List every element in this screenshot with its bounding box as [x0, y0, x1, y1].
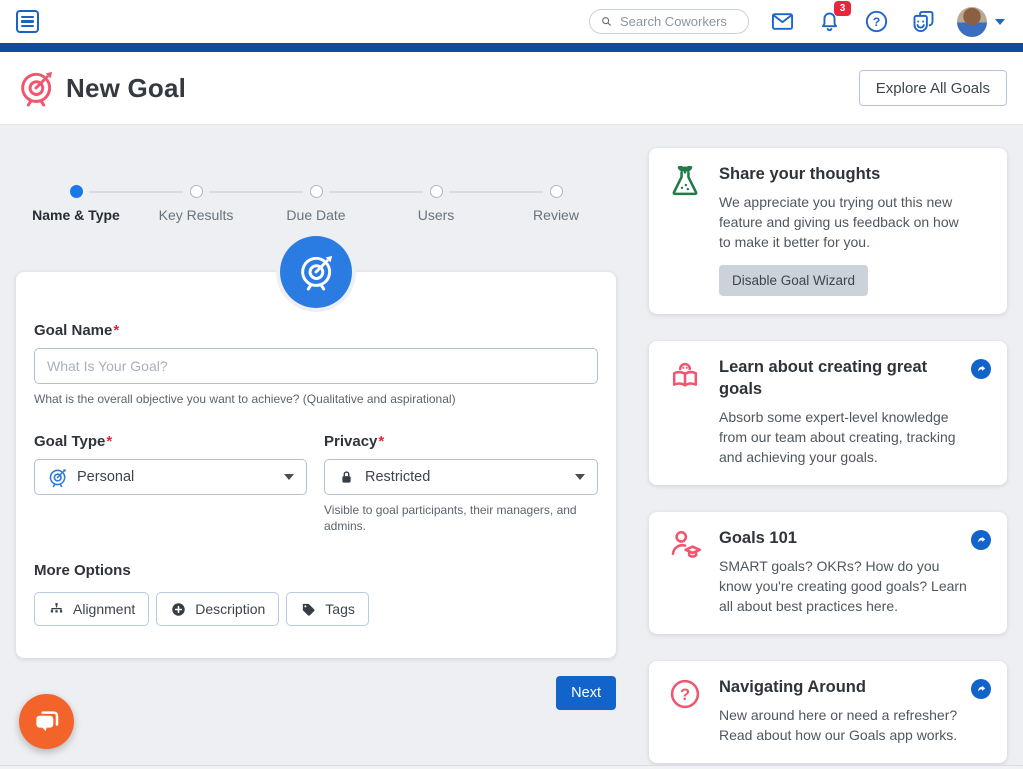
- share-thoughts-card: Share your thoughts We appreciate you tr…: [649, 148, 1007, 314]
- share-arrow-icon: [975, 363, 988, 376]
- card-title: Learn about creating great goals: [719, 356, 967, 400]
- tag-icon: [300, 601, 317, 618]
- page-title: New Goal: [66, 73, 186, 104]
- chevron-down-icon: [284, 474, 294, 480]
- tags-button[interactable]: Tags: [286, 592, 369, 626]
- search-input[interactable]: [620, 14, 738, 29]
- step-connector: [329, 191, 423, 193]
- step-connector: [209, 191, 303, 193]
- step-label-name-type: Name & Type: [6, 207, 146, 223]
- chat-launcher-button[interactable]: [19, 694, 74, 749]
- step-connector: [89, 191, 183, 193]
- card-title: Goals 101: [719, 527, 967, 549]
- goals-101-card: Goals 101 SMART goals? OKRs? How do you …: [649, 512, 1007, 634]
- step-label-users: Users: [366, 207, 506, 223]
- goal-target-icon: [16, 68, 56, 108]
- chevron-down-icon: [575, 474, 585, 480]
- open-link-button[interactable]: [971, 359, 991, 379]
- chat-bubbles-icon: [32, 707, 62, 737]
- explore-all-goals-button[interactable]: Explore All Goals: [859, 70, 1007, 106]
- learn-goals-card: Learn about creating great goals Absorb …: [649, 341, 1007, 485]
- avatar[interactable]: [957, 7, 987, 37]
- required-asterisk: *: [113, 322, 119, 339]
- goal-type-value: Personal: [77, 469, 134, 485]
- content-area: Name & Type Key Results Due Date Users R…: [0, 125, 1023, 769]
- flask-sprout-icon: [667, 163, 703, 199]
- tags-label: Tags: [325, 601, 355, 617]
- privacy-helper: Visible to goal participants, their mana…: [324, 502, 598, 534]
- description-label: Description: [195, 601, 265, 617]
- goal-name-label: Goal Name*: [34, 322, 598, 339]
- masks-icon[interactable]: [910, 8, 937, 35]
- search-icon: [600, 15, 613, 28]
- next-button[interactable]: Next: [556, 676, 616, 710]
- step-connector: [449, 191, 543, 193]
- required-asterisk: *: [106, 433, 112, 450]
- mail-icon[interactable]: [769, 8, 796, 35]
- alignment-label: Alignment: [73, 601, 135, 617]
- step-dot-users[interactable]: [430, 185, 443, 198]
- lock-icon: [337, 468, 356, 487]
- more-options-label: More Options: [34, 562, 598, 579]
- alignment-button[interactable]: Alignment: [34, 592, 149, 626]
- card-title: Navigating Around: [719, 676, 967, 698]
- svg-text:?: ?: [680, 686, 690, 704]
- question-icon: ?: [667, 676, 703, 712]
- alignment-icon: [48, 601, 65, 618]
- goal-type-select[interactable]: Personal: [34, 459, 307, 495]
- step-dot-key-results[interactable]: [190, 185, 203, 198]
- goal-type-label: Goal Type*: [34, 433, 307, 450]
- step-label-key-results: Key Results: [126, 207, 266, 223]
- disable-goal-wizard-button[interactable]: Disable Goal Wizard: [719, 265, 868, 296]
- personal-goal-icon: [47, 467, 68, 488]
- step-dot-review[interactable]: [550, 185, 563, 198]
- required-asterisk: *: [378, 433, 384, 450]
- person-reading-icon: [667, 356, 703, 392]
- graduate-icon: [667, 527, 703, 563]
- plus-circle-icon: [170, 601, 187, 618]
- wizard-column: Name & Type Key Results Due Date Users R…: [16, 125, 616, 769]
- svg-text:?: ?: [873, 15, 881, 29]
- coworker-search[interactable]: [589, 9, 749, 34]
- step-dot-name-type[interactable]: [70, 185, 83, 198]
- page-header: New Goal Explore All Goals: [0, 52, 1023, 125]
- step-label-due-date: Due Date: [246, 207, 386, 223]
- notification-count-badge: 3: [834, 1, 851, 16]
- step-dot-due-date[interactable]: [310, 185, 323, 198]
- chevron-down-icon: [995, 19, 1005, 25]
- description-button[interactable]: Description: [156, 592, 279, 626]
- footer-divider: [0, 765, 1023, 769]
- goal-bubble-icon: [280, 236, 352, 308]
- privacy-label: Privacy*: [324, 433, 598, 450]
- help-icon[interactable]: ?: [863, 8, 890, 35]
- share-arrow-icon: [975, 683, 988, 696]
- step-label-review: Review: [486, 207, 626, 223]
- open-link-button[interactable]: [971, 530, 991, 550]
- help-sidebar: Share your thoughts We appreciate you tr…: [649, 148, 1007, 769]
- goal-form-card: Goal Name* What is the overall objective…: [16, 272, 616, 658]
- top-navigation-bar: 3 ?: [0, 0, 1023, 43]
- privacy-select[interactable]: Restricted: [324, 459, 598, 495]
- navbar-accent-strip: [0, 43, 1023, 52]
- navigating-around-card: ? Navigating Around New around here or n…: [649, 661, 1007, 763]
- privacy-value: Restricted: [365, 469, 430, 485]
- open-link-button[interactable]: [971, 679, 991, 699]
- notifications-bell-icon[interactable]: 3: [816, 8, 843, 35]
- goal-name-input[interactable]: [34, 348, 598, 384]
- card-body: We appreciate you trying out this new fe…: [719, 192, 967, 252]
- hamburger-menu-icon[interactable]: [16, 10, 39, 33]
- card-title: Share your thoughts: [719, 163, 967, 185]
- share-arrow-icon: [975, 534, 988, 547]
- card-body: New around here or need a refresher? Rea…: [719, 705, 967, 745]
- goal-name-helper: What is the overall objective you want t…: [34, 391, 598, 407]
- card-body: Absorb some expert-level knowledge from …: [719, 407, 967, 467]
- user-menu[interactable]: [957, 7, 1005, 37]
- card-body: SMART goals? OKRs? How do you know you'r…: [719, 556, 967, 616]
